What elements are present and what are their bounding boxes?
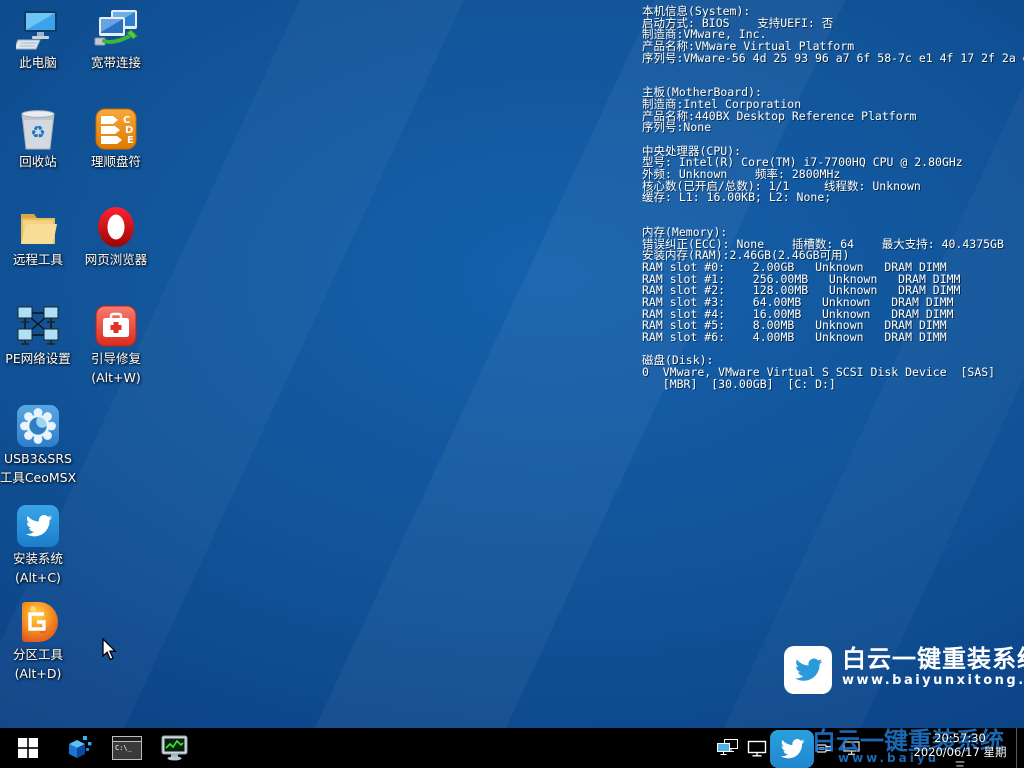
- desktop-background: 此电脑 宽带连接: [0, 0, 1024, 728]
- desktop-icon-this-pc[interactable]: 此电脑: [0, 8, 76, 71]
- start-button[interactable]: [6, 728, 50, 768]
- registry-cube-icon: [66, 735, 92, 761]
- brand-title: 白云一键重装系统: [842, 646, 1024, 673]
- desktop-icon-label: 远程工具: [13, 251, 63, 268]
- system-info-line: [642, 204, 1022, 216]
- system-info-panel: 本机信息(System):启动方式: BIOS 支持UEFI: 否制造商:VMw…: [642, 6, 1022, 390]
- task-manager-button[interactable]: [156, 728, 194, 768]
- desktop-icon-label2: 工具CeoMSX: [0, 469, 76, 486]
- this-pc-icon: [15, 8, 61, 52]
- broadband-icon: [93, 8, 139, 52]
- show-desktop-button[interactable]: [1016, 728, 1024, 768]
- drive-letters-icon: C D E: [93, 107, 139, 151]
- system-info-line: 缓存: L1: 16.00KB; L2: None;: [642, 192, 1022, 204]
- opera-browser-icon: [93, 205, 139, 249]
- desktop-icon-shortcut: (Alt+W): [91, 369, 141, 386]
- monitor-tray-icon[interactable]: [744, 728, 770, 768]
- desktop-icon-pe-network[interactable]: PE网络设置: [0, 304, 76, 367]
- desktop-icon-label: 此电脑: [19, 54, 57, 71]
- desktop-icon-label: 引导修复: [91, 350, 141, 367]
- recycle-bin-icon: ♻: [15, 107, 61, 151]
- taskbar: C:\_: [0, 728, 1024, 768]
- system-info-line: RAM slot #6: 4.00MB Unknown DRAM DIMM: [642, 332, 1022, 344]
- desktop-icon-broadband[interactable]: 宽带连接: [78, 8, 154, 71]
- svg-text:E: E: [127, 135, 134, 146]
- desktop-icon-shortcut: (Alt+C): [15, 569, 61, 586]
- registry-tool-button[interactable]: [62, 728, 96, 768]
- twitter-bird-icon: [15, 504, 61, 548]
- desktop-icon-recycle-bin[interactable]: ♻ 回收站: [0, 107, 76, 170]
- windows-logo-icon: [18, 738, 38, 758]
- diskgenius-icon: [15, 600, 61, 644]
- baiyun-tray-button[interactable]: [770, 728, 814, 768]
- desktop-icon-label: 宽带连接: [91, 54, 141, 71]
- system-info-line: 序列号:None: [642, 122, 1022, 134]
- desktop-icon-remote-tools[interactable]: 远程工具: [0, 205, 76, 268]
- svg-text:♻: ♻: [30, 123, 45, 143]
- system-info-line: 序列号:VMware-56 4d 25 93 96 a7 6f 58-7c e1…: [642, 53, 1022, 65]
- folder-icon: [15, 205, 61, 249]
- desktop-icon-label: 理顺盘符: [91, 153, 141, 170]
- desktop-icon-label: USB3&SRS: [4, 450, 72, 467]
- clock-date: 2020/06/17 星期三: [908, 745, 1012, 768]
- desktop-icon-boot-repair[interactable]: 引导修复 (Alt+W): [78, 304, 154, 386]
- network-settings-icon: [15, 304, 61, 348]
- desktop-icon-partition-tool[interactable]: 分区工具 (Alt+D): [0, 600, 76, 682]
- desktop-icon-label: 分区工具: [13, 646, 63, 663]
- desktop-icon-usb3-srs[interactable]: USB3&SRS 工具CeoMSX: [0, 404, 76, 486]
- brand-url: www.baiyunxitong.com: [842, 673, 1024, 689]
- device-tray-icon[interactable]: [840, 728, 862, 768]
- desktop-icon-label: 回收站: [19, 153, 57, 170]
- system-info-line: [642, 64, 1022, 76]
- twitter-tray-icon: [770, 730, 814, 768]
- cmd-button[interactable]: C:\_: [108, 728, 146, 768]
- desktop-icon-label: 网页浏览器: [85, 251, 148, 268]
- mouse-cursor: [102, 638, 118, 666]
- desktop-icon-label: 安装系统: [13, 550, 63, 567]
- brand-twitter-logo-icon: [784, 646, 832, 694]
- desktop-icon-drive-letters[interactable]: C D E 理顺盘符: [78, 107, 154, 170]
- svg-text:C:\_: C:\_: [115, 744, 133, 752]
- desktop-icon-label: PE网络设置: [5, 350, 70, 367]
- hardware-monitor-icon: [160, 735, 190, 761]
- desktop-icon-install-system[interactable]: 安装系统 (Alt+C): [0, 504, 76, 586]
- usb-tray-icon[interactable]: [814, 728, 834, 768]
- desktop-icon-web-browser[interactable]: 网页浏览器: [78, 205, 154, 268]
- command-prompt-icon: C:\_: [112, 736, 142, 760]
- gear-swirl-icon: [15, 404, 61, 448]
- brand-watermark: 白云一键重装系统 www.baiyunxitong.com: [784, 646, 1024, 694]
- display-switch-tray-icon[interactable]: [714, 728, 742, 768]
- clock-time: 20:57:30: [908, 731, 1012, 745]
- first-aid-kit-icon: [93, 304, 139, 348]
- pe-desktop-screen: 此电脑 宽带连接: [0, 0, 1024, 768]
- system-info-line: [MBR] [30.00GB] [C: D:]: [642, 379, 1022, 391]
- desktop-icon-shortcut: (Alt+D): [15, 665, 62, 682]
- tray-clock[interactable]: 20:57:30 2020/06/17 星期三: [908, 731, 1012, 768]
